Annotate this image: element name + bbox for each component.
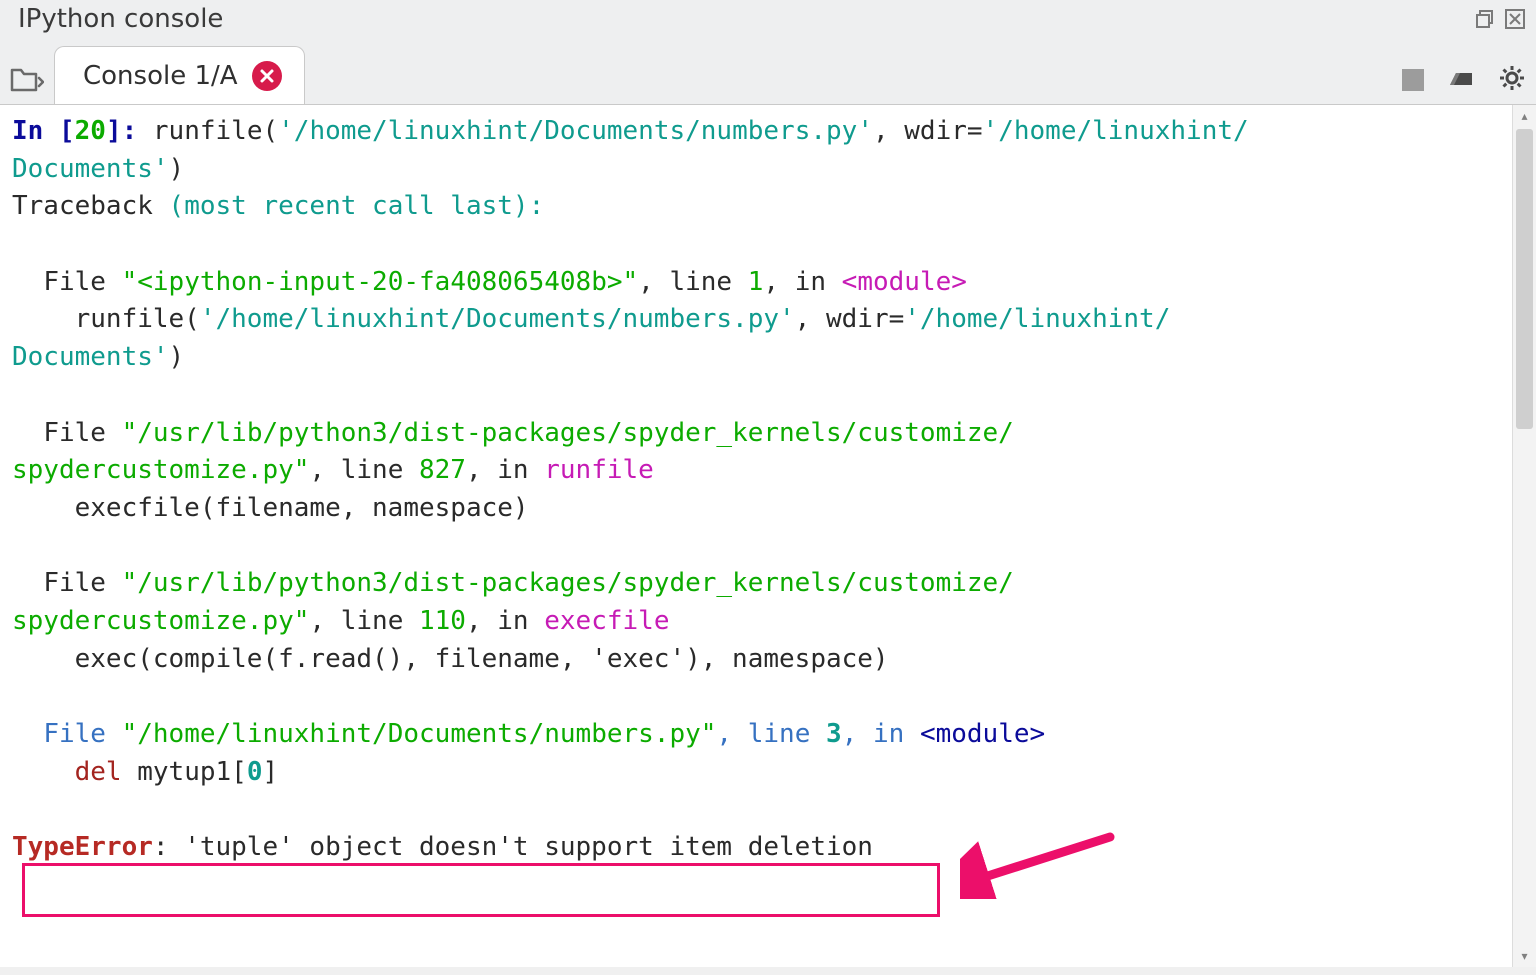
panel-titlebar: IPython console [0,0,1536,40]
traceback-paren: (most recent call last): [169,191,545,221]
file4-body-d: ] [262,757,278,787]
stop-kernel-icon[interactable] [1402,69,1424,91]
in-prompt-label: In [12,116,59,146]
file1-body-c: , wdir= [795,304,905,334]
file1-line-lbl: , line [638,267,748,297]
close-icon[interactable] [1504,8,1526,30]
file4-body-b: mytup1[ [122,757,247,787]
tab-console-1a[interactable]: Console 1/A [54,46,305,104]
error-message: : 'tuple' object doesn't support item de… [153,832,873,862]
file-label-4: File [43,719,121,749]
file1-body-e: Documents' [12,342,169,372]
in-bracket-close: ]: [106,116,153,146]
file1-body-a: runfile( [12,304,200,334]
cmd-run-b: '/home/linuxhint/Documents/numbers.py' [278,116,873,146]
file2-in: , in [466,455,544,485]
file1-body-f: ) [169,342,185,372]
cmd-run-e: Documents' [12,154,169,184]
console-area: In [20]: runfile('/home/linuxhint/Docume… [0,104,1536,967]
file1-in: , in [763,267,841,297]
close-x-icon [259,68,275,84]
file-label-1: File [43,267,121,297]
file4-path: "/home/linuxhint/Documents/numbers.py" [122,719,717,749]
console-output[interactable]: In [20]: runfile('/home/linuxhint/Docume… [0,105,1512,967]
scroll-thumb[interactable] [1516,129,1533,429]
cmd-run-d: '/home/linuxhint/ [983,116,1249,146]
scroll-up-icon[interactable]: ▴ [1513,105,1536,127]
panel-window-controls [1474,8,1526,30]
file4-del: del [12,757,122,787]
scroll-down-icon[interactable]: ▾ [1513,945,1536,967]
file3-fn: execfile [544,606,669,636]
cmd-run-f: ) [169,154,185,184]
tab-bar-right [1402,64,1526,104]
options-gear-icon[interactable] [1498,64,1526,96]
file1-body-d: '/home/linuxhint/ [904,304,1170,334]
vertical-scrollbar[interactable]: ▴ ▾ [1512,105,1536,967]
file2-path-b: spydercustomize.py" [12,455,309,485]
tab-label: Console 1/A [83,61,238,91]
file2-line-lbl: , line [309,455,419,485]
error-type: TypeError [12,832,153,862]
in-prompt-number: 20 [75,116,106,146]
file3-body: exec(compile(f.read(), filename, 'exec')… [12,644,889,674]
file4-in: , in [842,719,920,749]
file3-line-lbl: , line [309,606,419,636]
panel-title: IPython console [18,4,223,34]
file1-path: "<ipython-input-20-fa408065408b>" [122,267,639,297]
file-label-3: File [43,568,121,598]
restore-icon[interactable] [1474,8,1496,30]
file-label-2: File [43,418,121,448]
file2-path-a: "/usr/lib/python3/dist-packages/spyder_k… [122,418,1014,448]
file1-module: <module> [842,267,967,297]
file4-module: <module> [920,719,1045,749]
file2-fn: runfile [544,455,654,485]
file2-line-num: 827 [419,455,466,485]
file3-path-a: "/usr/lib/python3/dist-packages/spyder_k… [122,568,1014,598]
tab-bar-left: Console 1/A [10,40,305,104]
browse-tabs-icon[interactable] [10,64,44,98]
cmd-run-a: runfile( [153,116,278,146]
file4-body-c: 0 [247,757,263,787]
tab-bar: Console 1/A [0,40,1536,104]
in-bracket-open: [ [59,116,75,146]
tab-close-button[interactable] [252,61,282,91]
file1-line-num: 1 [748,267,764,297]
file2-body: execfile(filename, namespace) [12,493,529,523]
file3-in: , in [466,606,544,636]
clear-console-icon[interactable] [1446,65,1476,95]
cmd-run-c: , wdir= [873,116,983,146]
file3-path-b: spydercustomize.py" [12,606,309,636]
file4-line-num: 3 [826,719,842,749]
file3-line-num: 110 [419,606,466,636]
file1-body-b: '/home/linuxhint/Documents/numbers.py' [200,304,795,334]
file4-line-lbl: , line [716,719,826,749]
traceback-label: Traceback [12,191,169,221]
